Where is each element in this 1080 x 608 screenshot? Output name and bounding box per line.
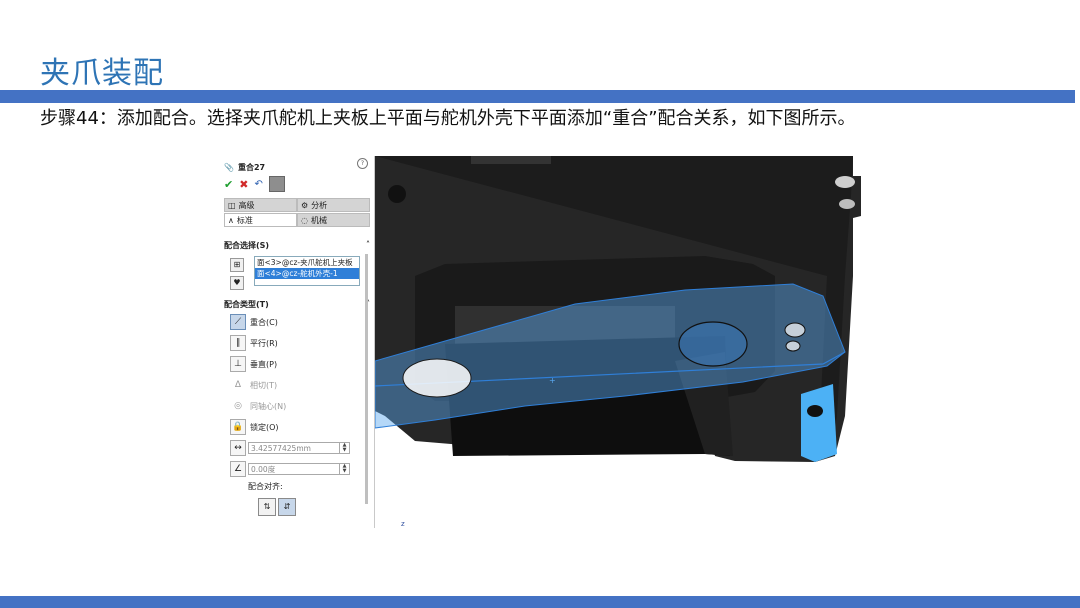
plate-hole-right	[678, 321, 748, 367]
solidworks-screenshot: 📎 重合27 ? ✔ ✖ ↶ ◫ 高级 ⚙ 分析 ∧ 标准 ◌ 机械 配合选择(…	[224, 156, 879, 528]
cancel-x-icon[interactable]: ✖	[239, 178, 248, 191]
mate-lock-label: 锁定(O)	[250, 422, 279, 432]
plate-hole-left	[402, 358, 472, 398]
tab-mechanical[interactable]: ◌ 机械	[297, 213, 370, 227]
standard-icon: ∧	[228, 215, 234, 225]
mounting-hole	[388, 185, 406, 203]
mate-concentric[interactable]: ◎ 同轴心(N)	[230, 398, 286, 414]
selection-entities-icon: ⊞	[230, 258, 244, 272]
mate-tangent[interactable]: ᐃ 相切(T)	[230, 377, 277, 393]
property-manager-panel: 📎 重合27 ? ✔ ✖ ↶ ◫ 高级 ⚙ 分析 ∧ 标准 ◌ 机械 配合选择(…	[224, 156, 375, 528]
analysis-icon: ⚙	[301, 200, 309, 210]
triad-label: z	[401, 520, 405, 528]
mate-tangent-label: 相切(T)	[250, 380, 278, 390]
tangent-icon: ᐃ	[234, 380, 242, 390]
tab-standard-label: 标准	[236, 215, 253, 225]
help-icon[interactable]: ?	[357, 158, 368, 169]
alignment-label: 配合对齐:	[248, 482, 283, 491]
footer-bar	[0, 596, 1080, 608]
plate-hole-small	[785, 340, 801, 352]
tab-hole	[807, 405, 823, 417]
selected-face	[801, 384, 837, 462]
mate-coincident[interactable]: ⟋ 重合(C)	[230, 314, 278, 330]
tab-advanced-label: 高级	[238, 200, 255, 210]
title-divider	[0, 90, 1075, 103]
tab-advanced[interactable]: ◫ 高级	[224, 198, 297, 212]
side-pin	[835, 176, 855, 188]
tab-row-1: ◫ 高级 ⚙ 分析	[224, 198, 370, 212]
lock-icon: 🔒	[230, 419, 246, 435]
selection-item[interactable]: 面<3>@cz-夹爪舵机上夹板	[255, 257, 359, 268]
model-viewport[interactable]: + z	[375, 156, 879, 528]
property-manager-header: 📎 重合27	[224, 160, 370, 174]
slide-title: 夹爪装配	[40, 56, 164, 91]
mate-concentric-label: 同轴心(N)	[250, 401, 287, 411]
spinner-arrows-icon[interactable]: ▲ ▼	[339, 464, 349, 474]
aligned-button[interactable]: ⇅	[258, 498, 276, 516]
plate-hole-small	[784, 322, 806, 338]
confirm-checkmark-icon[interactable]: ✔	[224, 178, 233, 191]
anti-aligned-button[interactable]: ⇵	[278, 498, 296, 516]
action-buttons: ✔ ✖ ↶	[224, 176, 370, 192]
mate-type-title: 配合类型(T)	[224, 300, 269, 309]
advanced-icon: ◫	[228, 200, 236, 210]
collapse-icon[interactable]: ˄	[366, 240, 370, 252]
mate-name: 重合27	[237, 162, 266, 172]
step-instruction: 步骤44：添加配合。选择夹爪舵机上夹板上平面与舵机外壳下平面添加“重合”配合关系…	[40, 108, 856, 129]
mechanical-icon: ◌	[301, 215, 308, 225]
mate-selection-header[interactable]: 配合选择(S) ˄	[224, 240, 370, 252]
coincident-icon: ⟋	[230, 314, 246, 330]
origin-marker: +	[549, 376, 556, 385]
undo-icon[interactable]: ↶	[254, 179, 262, 190]
mate-selection-title: 配合选择(S)	[224, 241, 270, 250]
mate-lock[interactable]: 🔒 锁定(O)	[230, 419, 279, 435]
parallel-icon: ∥	[230, 335, 246, 351]
tab-analysis-label: 分析	[311, 200, 328, 210]
mate-coincident-label: 重合(C)	[250, 317, 278, 327]
mate-parallel-label: 平行(R)	[250, 338, 278, 348]
side-pin	[839, 199, 855, 209]
mate-type-header[interactable]: 配合类型(T) ˄	[224, 299, 370, 311]
tab-analysis[interactable]: ⚙ 分析	[297, 198, 370, 212]
mate-perpendicular[interactable]: ⊥ 垂直(P)	[230, 356, 277, 372]
angle-input[interactable]: 0.00度 ▲ ▼	[248, 463, 350, 475]
panel-scrollbar[interactable]	[365, 254, 368, 504]
multi-mate-icon: ♥	[230, 276, 244, 290]
angle-value: 0.00度	[251, 465, 276, 474]
selection-list[interactable]: 面<3>@cz-夹爪舵机上夹板 面<4>@cz-舵机外壳-1	[254, 256, 360, 286]
distance-value: 3.42577425mm	[251, 444, 311, 453]
mate-parallel[interactable]: ∥ 平行(R)	[230, 335, 278, 351]
concentric-icon: ◎	[234, 401, 242, 411]
spinner-arrows-icon[interactable]: ▲ ▼	[339, 443, 349, 453]
mate-perpendicular-label: 垂直(P)	[250, 359, 278, 369]
pin-icon[interactable]	[268, 176, 285, 192]
angle-icon[interactable]: ∠	[230, 461, 246, 477]
selection-item-highlighted[interactable]: 面<4>@cz-舵机外壳-1	[255, 268, 359, 279]
tab-standard[interactable]: ∧ 标准	[224, 213, 297, 227]
tab-row-2: ∧ 标准 ◌ 机械	[224, 213, 370, 227]
paperclip-icon: 📎	[224, 162, 234, 172]
angle-row: ∠	[230, 461, 246, 477]
distance-row: ↔	[230, 440, 246, 456]
tab-mechanical-label: 机械	[310, 215, 327, 225]
distance-icon[interactable]: ↔	[230, 440, 246, 456]
perpendicular-icon: ⊥	[230, 356, 246, 372]
top-slot	[471, 156, 551, 164]
distance-input[interactable]: 3.42577425mm ▲ ▼	[248, 442, 350, 454]
